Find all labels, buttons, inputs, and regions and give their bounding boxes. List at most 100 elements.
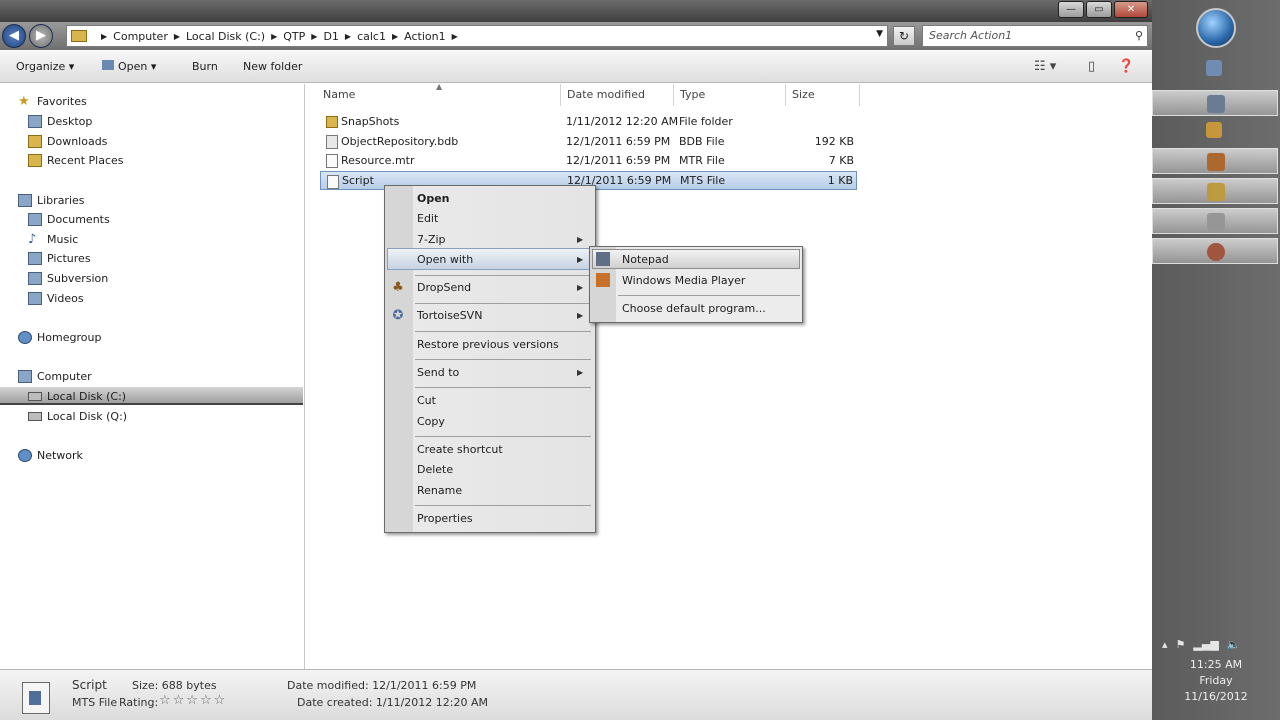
- app-icon[interactable]: [1206, 122, 1222, 138]
- breadcrumb-computer[interactable]: Computer: [113, 30, 168, 43]
- music-icon: ♪: [28, 231, 37, 247]
- taskbar-item[interactable]: [1152, 178, 1278, 204]
- submenu-arrow-icon: ▶: [577, 235, 584, 244]
- chevron-up-icon[interactable]: ▴: [1162, 638, 1168, 651]
- minimize-button[interactable]: —: [1058, 1, 1084, 18]
- nav-local-disk-q[interactable]: Local Disk (Q:): [28, 407, 127, 425]
- detail-date-modified: Date modified: 12/1/2011 6:59 PM: [287, 679, 477, 692]
- breadcrumb-separator-icon[interactable]: ▶: [392, 32, 398, 41]
- breadcrumb-d1[interactable]: D1: [323, 30, 338, 43]
- burn-button[interactable]: Burn: [192, 60, 218, 73]
- menu-item-delete[interactable]: Delete: [417, 463, 453, 476]
- menu-item-edit[interactable]: Edit: [417, 212, 438, 225]
- nav-desktop[interactable]: Desktop: [28, 112, 92, 130]
- maximize-button[interactable]: ▭: [1086, 1, 1112, 18]
- breadcrumb-separator-icon[interactable]: ▶: [271, 32, 277, 41]
- column-header-size[interactable]: Size: [792, 88, 815, 101]
- file-date: 12/1/2011 6:59 PM: [566, 135, 671, 148]
- column-header-date-modified[interactable]: Date modified: [567, 88, 645, 101]
- submenu-item-choose-default-program[interactable]: Choose default program...: [622, 302, 766, 315]
- start-orb-icon[interactable]: [1196, 8, 1236, 48]
- refresh-button[interactable]: ↻: [893, 26, 915, 46]
- breadcrumb-calc1[interactable]: calc1: [357, 30, 386, 43]
- nav-libraries[interactable]: Libraries: [18, 191, 85, 209]
- help-icon[interactable]: ❓: [1118, 59, 1134, 74]
- column-divider[interactable]: [859, 84, 860, 106]
- column-header-name[interactable]: Name: [323, 88, 355, 101]
- breadcrumb-qtp[interactable]: QTP: [283, 30, 305, 43]
- search-input[interactable]: Search Action1 ⚲: [922, 25, 1148, 47]
- file-row[interactable]: ObjectRepository.bdb 12/1/2011 6:59 PM B…: [320, 132, 857, 151]
- breadcrumb-separator-icon[interactable]: ▶: [101, 32, 107, 41]
- volume-icon[interactable]: 🔈: [1227, 638, 1241, 651]
- forward-button[interactable]: ▶: [29, 24, 53, 48]
- file-row[interactable]: SnapShots 1/11/2012 12:20 AM File folder: [320, 112, 857, 131]
- file-row[interactable]: Resource.mtr 12/1/2011 6:59 PM MTR File …: [320, 151, 857, 170]
- menu-item-send-to[interactable]: Send to: [417, 366, 459, 379]
- breadcrumb-separator-icon[interactable]: ▶: [174, 32, 180, 41]
- submenu-item-windows-media-player[interactable]: Windows Media Player: [622, 274, 745, 287]
- search-placeholder: Search Action1: [929, 29, 1013, 42]
- menu-item-copy[interactable]: Copy: [417, 415, 445, 428]
- nav-subversion[interactable]: Subversion: [28, 269, 108, 287]
- breadcrumb-action1[interactable]: Action1: [404, 30, 445, 43]
- search-icon[interactable]: ⚲: [1135, 26, 1143, 46]
- column-divider[interactable]: [673, 84, 674, 106]
- breadcrumb-separator-icon[interactable]: ▶: [311, 32, 317, 41]
- preview-pane-icon[interactable]: ▯: [1088, 59, 1095, 74]
- nav-local-disk-c[interactable]: Local Disk (C:): [28, 387, 126, 405]
- nav-videos[interactable]: Videos: [28, 289, 84, 307]
- menu-item-properties[interactable]: Properties: [417, 512, 473, 525]
- open-button[interactable]: Open ▾: [102, 60, 156, 73]
- menu-item-tortoisesvn[interactable]: TortoiseSVN: [417, 309, 482, 322]
- taskbar-item[interactable]: [1152, 208, 1278, 234]
- network-signal-icon[interactable]: ▂▄▆: [1193, 638, 1218, 651]
- nav-computer[interactable]: Computer: [18, 367, 92, 385]
- submenu-item-notepad[interactable]: Notepad: [622, 253, 669, 266]
- menu-item-create-shortcut[interactable]: Create shortcut: [417, 443, 503, 456]
- file-date: 12/1/2011 6:59 PM: [566, 154, 671, 167]
- nav-pictures[interactable]: Pictures: [28, 249, 91, 267]
- window-controls: — ▭ ✕: [1058, 1, 1148, 18]
- column-divider[interactable]: [560, 84, 561, 106]
- menu-item-open[interactable]: Open: [417, 192, 450, 205]
- breadcrumb-local-disk[interactable]: Local Disk (C:): [186, 30, 265, 43]
- clock-date[interactable]: 11/16/2012: [1152, 690, 1280, 703]
- back-button[interactable]: ◀: [2, 24, 26, 48]
- clock-time[interactable]: 11:25 AM: [1152, 658, 1280, 671]
- menu-item-dropsend[interactable]: DropSend: [417, 281, 471, 294]
- chevron-down-icon[interactable]: ▼: [876, 29, 883, 39]
- address-bar[interactable]: ▶ Computer ▶ Local Disk (C:) ▶ QTP ▶ D1 …: [66, 25, 888, 47]
- details-pane: Script MTS File Size: 688 bytes Rating: …: [0, 669, 1152, 720]
- column-divider[interactable]: [785, 84, 786, 106]
- action-center-icon[interactable]: ⚑: [1176, 638, 1186, 651]
- nav-favorites[interactable]: ★ Favorites: [18, 92, 87, 110]
- menu-item-7zip[interactable]: 7-Zip: [417, 233, 446, 246]
- new-folder-button[interactable]: New folder: [243, 60, 302, 73]
- nav-recent-places[interactable]: Recent Places: [28, 151, 124, 169]
- column-header-type[interactable]: Type: [680, 88, 705, 101]
- taskbar-item[interactable]: [1152, 238, 1278, 264]
- menu-item-open-with[interactable]: Open with: [417, 253, 473, 266]
- menu-item-cut[interactable]: Cut: [417, 394, 436, 407]
- menu-item-restore-previous-versions[interactable]: Restore previous versions: [417, 338, 559, 351]
- nav-homegroup[interactable]: Homegroup: [18, 328, 101, 346]
- nav-network[interactable]: Network: [18, 446, 83, 464]
- app-icon: [1207, 243, 1225, 261]
- view-options-icon[interactable]: ☷ ▾: [1034, 59, 1056, 74]
- breadcrumb-separator-icon[interactable]: ▶: [452, 32, 458, 41]
- menu-item-rename[interactable]: Rename: [417, 484, 462, 497]
- nav-music[interactable]: ♪ Music: [28, 230, 78, 248]
- taskbar-item[interactable]: [1152, 148, 1278, 174]
- nav-documents[interactable]: Documents: [28, 210, 110, 228]
- nav-downloads[interactable]: Downloads: [28, 132, 107, 150]
- breadcrumb-separator-icon[interactable]: ▶: [345, 32, 351, 41]
- drive-icon: [28, 411, 42, 421]
- open-with-submenu: Notepad Windows Media Player Choose defa…: [589, 246, 803, 323]
- menu-separator: [415, 387, 591, 388]
- organize-button[interactable]: Organize ▾: [16, 60, 74, 73]
- taskbar-item[interactable]: [1152, 90, 1278, 116]
- clock-day[interactable]: Friday: [1152, 674, 1280, 687]
- close-button[interactable]: ✕: [1114, 1, 1148, 18]
- rating-stars[interactable]: ☆☆☆☆☆: [159, 693, 227, 708]
